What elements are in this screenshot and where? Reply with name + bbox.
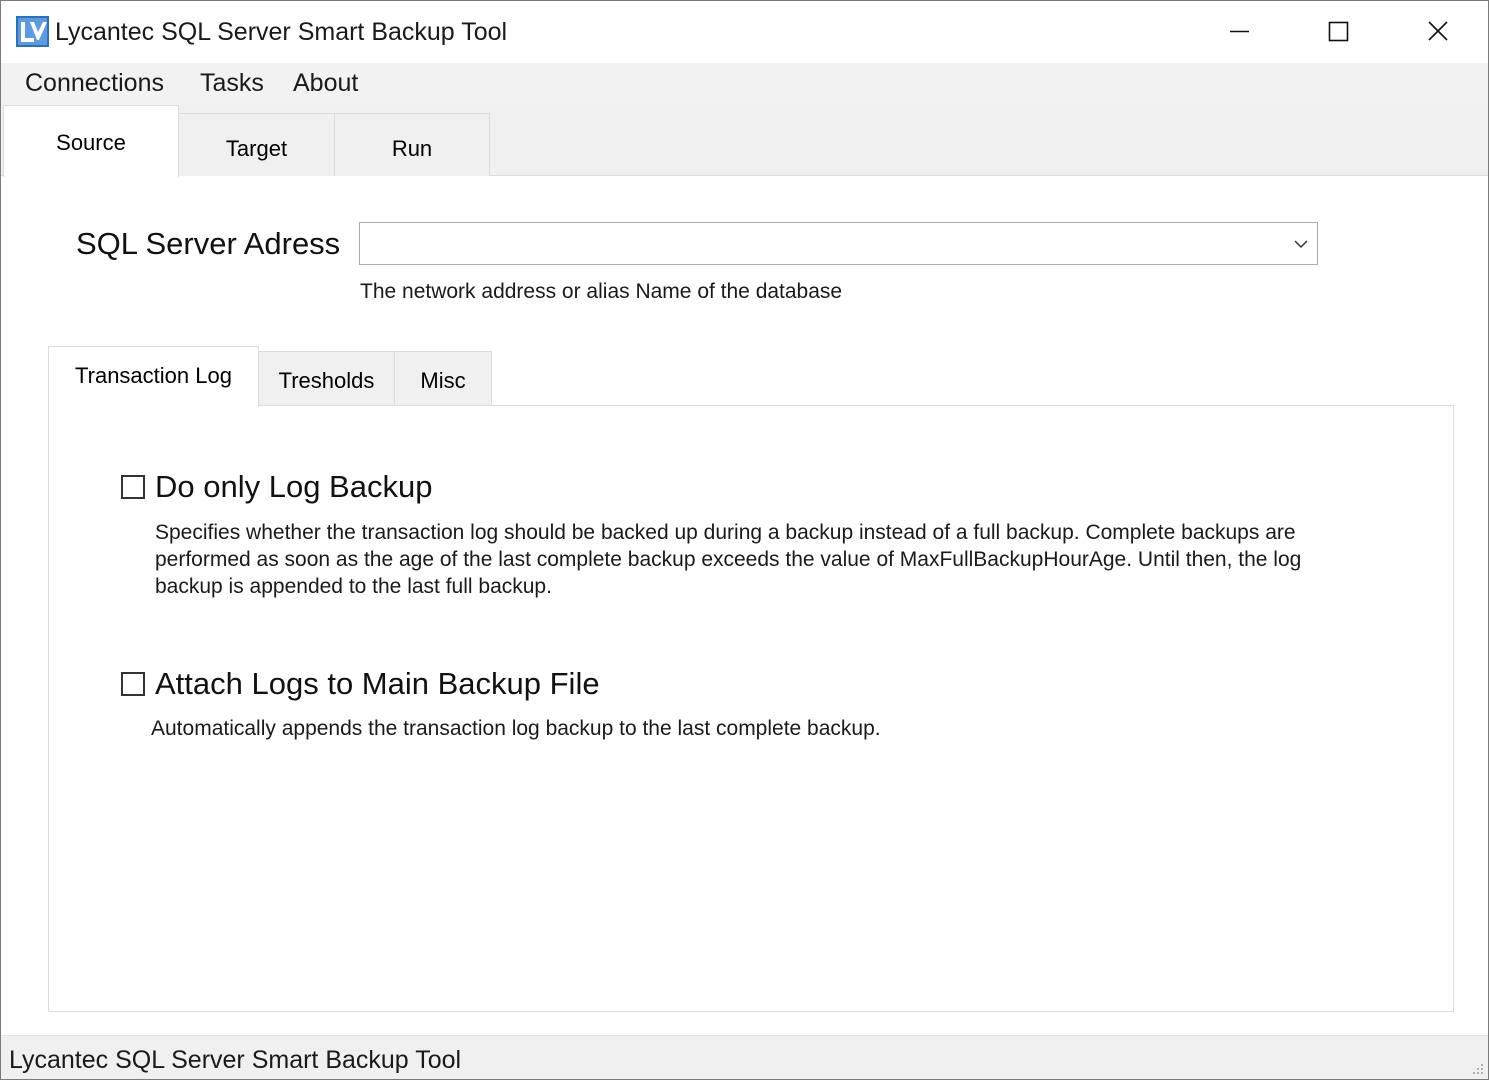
menu-bar: Connections Tasks About [1,63,1488,105]
tab-source[interactable]: Source [3,105,179,177]
attach-logs-checkbox[interactable] [121,672,145,696]
do-only-log-backup-option[interactable]: Do only Log Backup [121,469,432,505]
lycantec-logo-icon [16,16,49,47]
main-tab-strip: Source Target Run [1,105,1488,177]
attach-logs-label[interactable]: Attach Logs to Main Backup File [155,666,600,702]
resize-grip-icon[interactable] [1470,1061,1484,1075]
menu-connections[interactable]: Connections [25,69,164,98]
status-text: Lycantec SQL Server Smart Backup Tool [9,1046,462,1074]
source-page: SQL Server Adress The network address or… [3,176,1484,1033]
attach-logs-description: Automatically appends the transaction lo… [151,717,881,740]
attach-logs-option[interactable]: Attach Logs to Main Backup File [121,666,600,702]
maximize-button[interactable] [1288,1,1388,63]
tab-misc[interactable]: Misc [394,351,492,406]
tab-target[interactable]: Target [178,113,335,177]
main-window: Lycantec SQL Server Smart Backup Tool Co… [0,0,1489,1080]
chevron-down-icon[interactable] [1291,234,1311,254]
menu-tasks[interactable]: Tasks [200,69,264,98]
do-only-log-backup-checkbox[interactable] [121,475,145,499]
do-only-log-backup-label[interactable]: Do only Log Backup [155,469,432,505]
minimize-button[interactable] [1189,1,1289,63]
sql-server-hint: The network address or alias Name of the… [360,280,843,303]
do-only-log-backup-description: Specifies whether the transaction log sh… [155,521,1302,598]
window-title: Lycantec SQL Server Smart Backup Tool [55,18,508,46]
title-bar[interactable]: Lycantec SQL Server Smart Backup Tool [1,1,1488,63]
close-icon [1428,21,1448,41]
maximize-icon [1328,21,1349,42]
minimize-icon [1230,30,1249,33]
transaction-log-panel: Do only Log Backup Specifies whether the… [48,405,1454,1012]
sql-server-combobox[interactable] [359,222,1318,265]
close-button[interactable] [1388,1,1488,63]
sql-server-label: SQL Server Adress [76,226,341,261]
tab-tresholds[interactable]: Tresholds [258,351,395,406]
tab-run[interactable]: Run [334,113,490,177]
status-bar: Lycantec SQL Server Smart Backup Tool [1,1035,1488,1079]
tab-transaction-log[interactable]: Transaction Log [48,346,259,407]
menu-about[interactable]: About [293,69,358,98]
